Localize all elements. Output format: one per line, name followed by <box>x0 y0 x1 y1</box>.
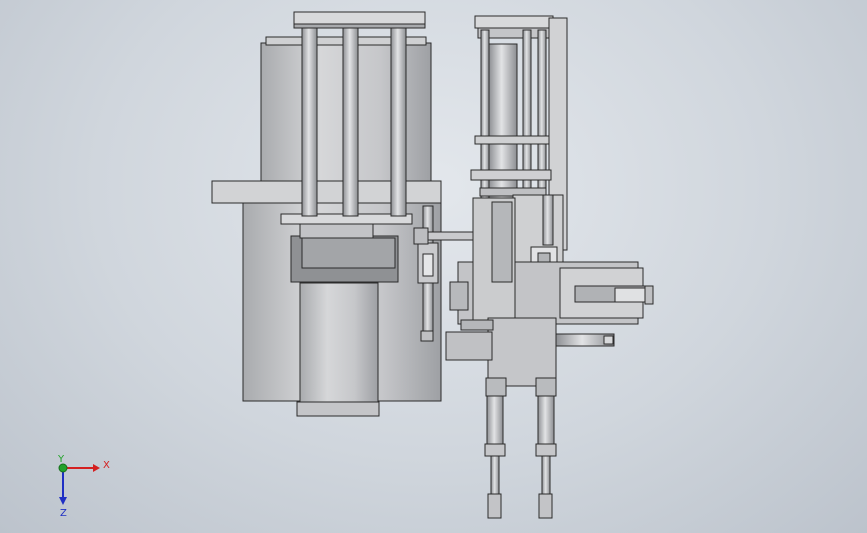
front-cylinder-cap <box>296 401 380 417</box>
y-axis-label: Y <box>57 454 65 465</box>
nozzle-right-ring <box>535 443 557 457</box>
nozzle-right-tip <box>538 493 553 519</box>
guide-rod-center <box>342 19 359 217</box>
guide-rod-left <box>301 19 318 217</box>
lower-body <box>487 317 557 387</box>
mid-flange-plate <box>211 180 442 204</box>
front-cylinder <box>299 282 379 406</box>
side-rod-tip <box>420 330 434 342</box>
guide-rod-right <box>390 19 407 217</box>
nozzle-assembly[interactable] <box>484 377 557 519</box>
slider-end-block <box>614 287 646 303</box>
slider-end-cap <box>644 285 654 305</box>
left-slide-block <box>449 281 469 311</box>
x-arrowhead-icon <box>93 464 100 472</box>
actuator-band-1 <box>474 135 550 145</box>
cad-model-view[interactable]: X Y Z <box>0 0 867 533</box>
frame-top-plate <box>474 15 554 29</box>
vertical-frame-assembly[interactable] <box>413 15 654 387</box>
actuator-band-2 <box>470 169 552 181</box>
nozzle-left-tip <box>487 493 502 519</box>
z-arrowhead-icon <box>59 497 67 505</box>
lower-body-left <box>445 331 493 361</box>
carriage-rod <box>542 194 554 246</box>
graphics-viewport[interactable]: X Y Z <box>0 0 867 533</box>
lower-guide-block <box>299 223 374 239</box>
z-axis-label: Z <box>60 508 67 519</box>
nozzle-right-stem <box>541 455 551 497</box>
nozzle-left-ring <box>484 443 506 457</box>
nozzle-left-collar <box>485 377 507 397</box>
lower-mount-plate <box>460 319 494 331</box>
nozzle-right-collar <box>535 377 557 397</box>
top-plate-lip <box>293 23 426 29</box>
y-axis-dot-icon <box>58 463 68 473</box>
horizontal-pin-tip <box>603 335 614 345</box>
nozzle-left-stem <box>490 455 500 497</box>
x-axis-label: X <box>103 460 110 471</box>
dark-block-face <box>301 237 396 269</box>
left-clamp-block <box>413 227 429 245</box>
large-cylinder-assembly[interactable] <box>211 11 442 417</box>
centre-block-slot <box>491 201 513 283</box>
coordinate-triad: X Y Z <box>57 454 110 519</box>
side-sensor-window <box>422 253 434 277</box>
